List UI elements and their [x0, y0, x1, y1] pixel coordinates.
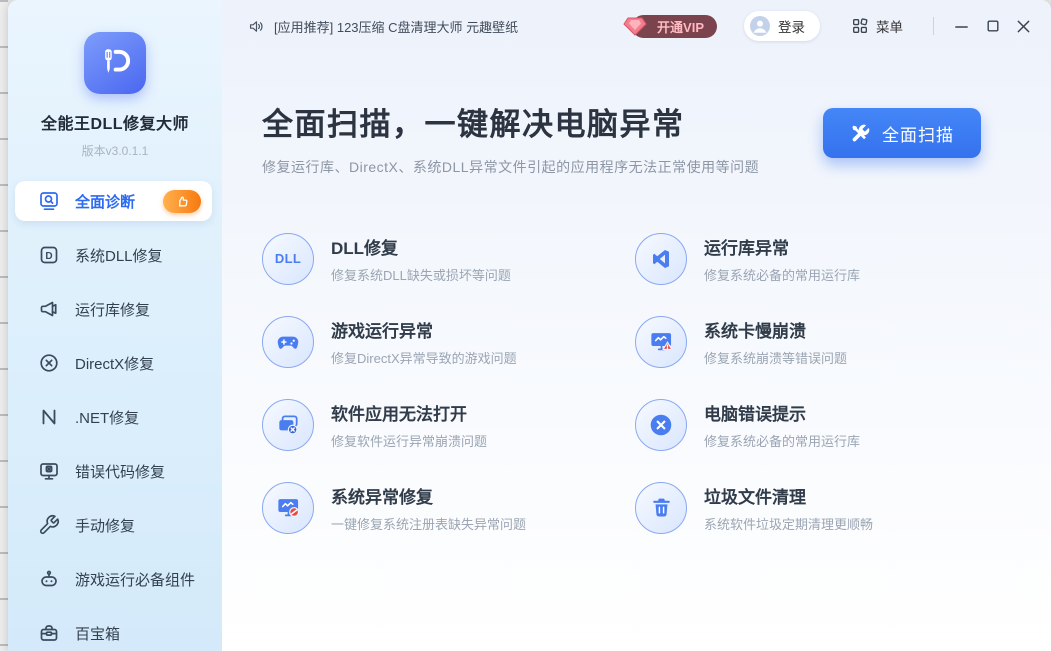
close-button[interactable] [1008, 11, 1039, 42]
feature-grid: DLL DLL修复 修复系统DLL缺失或损坏等问题 运行库异常 修复系统必备的常… [222, 217, 1051, 549]
feature-title: 系统异常修复 [331, 483, 526, 508]
sidebar-item-system-dll[interactable]: D 系统DLL修复 [15, 235, 212, 275]
error-code-icon [38, 460, 60, 482]
app-version: 版本v3.0.1.1 [8, 142, 222, 159]
sidebar-item-directx-repair[interactable]: DirectX修复 [15, 343, 212, 383]
feature-title: DLL修复 [331, 234, 511, 259]
dotnet-icon [38, 406, 60, 428]
feature-app-wont-open[interactable]: 软件应用无法打开 修复软件运行异常崩溃问题 [262, 383, 635, 466]
toolbox-icon [38, 622, 60, 644]
feature-desc: 修复系统必备的常用运行库 [704, 265, 860, 284]
sidebar-item-dotnet-repair[interactable]: .NET修复 [15, 397, 212, 437]
close-icon [1016, 19, 1031, 34]
minimize-button[interactable] [946, 11, 977, 42]
sidebar-item-label: 错误代码修复 [75, 461, 165, 482]
sidebar-item-label: 系统DLL修复 [75, 245, 163, 266]
diamond-icon [623, 16, 647, 37]
runtime-flag-icon [635, 233, 687, 285]
app-window: 全能王DLL修复大师 版本v3.0.1.1 全面诊断 [8, 0, 1051, 651]
announcement: [应用推荐] 123压缩 C盘清理大师 元趣壁纸 [248, 17, 518, 36]
crossed-tools-icon [850, 123, 871, 144]
sidebar-item-label: 百宝箱 [75, 623, 120, 644]
sidebar-menu: 全面诊断 D 系统DLL修复 [8, 181, 222, 651]
directx-icon [38, 352, 60, 374]
full-scan-button[interactable]: 全面扫描 [823, 108, 981, 158]
feature-title: 软件应用无法打开 [331, 400, 487, 425]
sidebar-item-runtime-repair[interactable]: 运行库修复 [15, 289, 212, 329]
login-label: 登录 [778, 16, 805, 36]
feature-desc: 一键修复系统注册表缺失异常问题 [331, 514, 526, 533]
feature-desc: 修复系统崩溃等错误问题 [704, 348, 847, 367]
feature-desc: 系统软件垃圾定期清理更顺畅 [704, 514, 873, 533]
feature-desc: 修复系统必备的常用运行库 [704, 431, 860, 450]
sidebar-item-label: .NET修复 [75, 407, 139, 428]
feature-desc: 修复DirectX异常导致的游戏问题 [331, 348, 517, 367]
sidebar-item-label: DirectX修复 [75, 353, 154, 374]
feature-system-abnormal-repair[interactable]: 系统异常修复 一键修复系统注册表缺失异常问题 [262, 466, 635, 549]
sidebar-item-label: 全面诊断 [75, 191, 135, 212]
monitor-block-icon [262, 482, 314, 534]
page-subtitle: 修复运行库、DirectX、系统DLL异常文件引起的应用程序无法正常使用等问题 [262, 157, 1051, 177]
menu-label: 菜单 [876, 16, 903, 36]
menu-button[interactable]: 菜单 [845, 15, 909, 37]
feature-title: 系统卡慢崩溃 [704, 317, 847, 342]
runtime-library-icon [38, 298, 60, 320]
sidebar-item-label: 游戏运行必备组件 [75, 569, 195, 590]
circle-x-icon [635, 399, 687, 451]
login-button[interactable]: 登录 [744, 11, 820, 41]
sidebar: 全能王DLL修复大师 版本v3.0.1.1 全面诊断 [8, 0, 222, 651]
sidebar-item-error-code-repair[interactable]: 错误代码修复 [15, 451, 212, 491]
topbar: [应用推荐] 123压缩 C盘清理大师 元趣壁纸 开通VIP [222, 0, 1051, 52]
feature-desc: 修复系统DLL缺失或损坏等问题 [331, 265, 511, 284]
trash-icon [635, 482, 687, 534]
sidebar-item-manual-repair[interactable]: 手动修复 [15, 505, 212, 545]
sidebar-item-full-diagnose[interactable]: 全面诊断 [15, 181, 212, 221]
feature-title: 电脑错误提示 [704, 400, 860, 425]
announcement-text: [应用推荐] 123压缩 C盘清理大师 元趣壁纸 [274, 17, 518, 36]
topbar-right: 开通VIP 登录 [632, 11, 1039, 42]
maximize-icon [988, 21, 998, 31]
game-components-icon [38, 568, 60, 590]
feature-desc: 修复软件运行异常崩溃问题 [331, 431, 487, 450]
scan-diagnose-icon [38, 190, 60, 212]
sidebar-item-label: 手动修复 [75, 515, 135, 536]
feature-dll-repair[interactable]: DLL DLL修复 修复系统DLL缺失或损坏等问题 [262, 217, 635, 300]
system-dll-icon: D [38, 244, 60, 266]
feature-system-crash[interactable]: 系统卡慢崩溃 修复系统崩溃等错误问题 [635, 300, 1051, 383]
feature-junk-clean[interactable]: 垃圾文件清理 系统软件垃圾定期清理更顺畅 [635, 466, 1051, 549]
feature-title: 运行库异常 [704, 234, 860, 259]
app-name: 全能王DLL修复大师 [8, 110, 222, 134]
svg-text:D: D [45, 251, 52, 262]
main-panel: [应用推荐] 123压缩 C盘清理大师 元趣壁纸 开通VIP [222, 0, 1051, 651]
topbar-divider [933, 17, 934, 35]
feature-title: 垃圾文件清理 [704, 483, 873, 508]
dll-logo-icon [94, 42, 136, 84]
dll-badge-icon: DLL [262, 233, 314, 285]
speaker-icon [248, 18, 265, 35]
feature-runtime-abnormal[interactable]: 运行库异常 修复系统必备的常用运行库 [635, 217, 1051, 300]
open-vip-label: 开通VIP [657, 17, 704, 36]
dll-text: DLL [275, 251, 301, 266]
full-scan-label: 全面扫描 [882, 121, 954, 146]
app-windows-close-icon [262, 399, 314, 451]
sidebar-item-game-components[interactable]: 游戏运行必备组件 [15, 559, 212, 599]
feature-game-abnormal[interactable]: 游戏运行异常 修复DirectX异常导致的游戏问题 [262, 300, 635, 383]
monitor-warning-icon [635, 316, 687, 368]
desktop-edge-strip [0, 0, 8, 651]
feature-title: 游戏运行异常 [331, 317, 517, 342]
gamepad-icon [262, 316, 314, 368]
apps-grid-icon [851, 17, 869, 35]
thumb-up-badge [163, 190, 201, 213]
thumb-up-icon [176, 195, 189, 208]
manual-wrench-icon [38, 514, 60, 536]
avatar-icon [750, 16, 770, 36]
app-logo [84, 32, 146, 94]
open-vip-button[interactable]: 开通VIP [632, 15, 717, 38]
sidebar-item-label: 运行库修复 [75, 299, 150, 320]
sidebar-item-treasure-box[interactable]: 百宝箱 [15, 613, 212, 651]
maximize-button[interactable] [977, 11, 1008, 42]
feature-pc-error-prompt[interactable]: 电脑错误提示 修复系统必备的常用运行库 [635, 383, 1051, 466]
